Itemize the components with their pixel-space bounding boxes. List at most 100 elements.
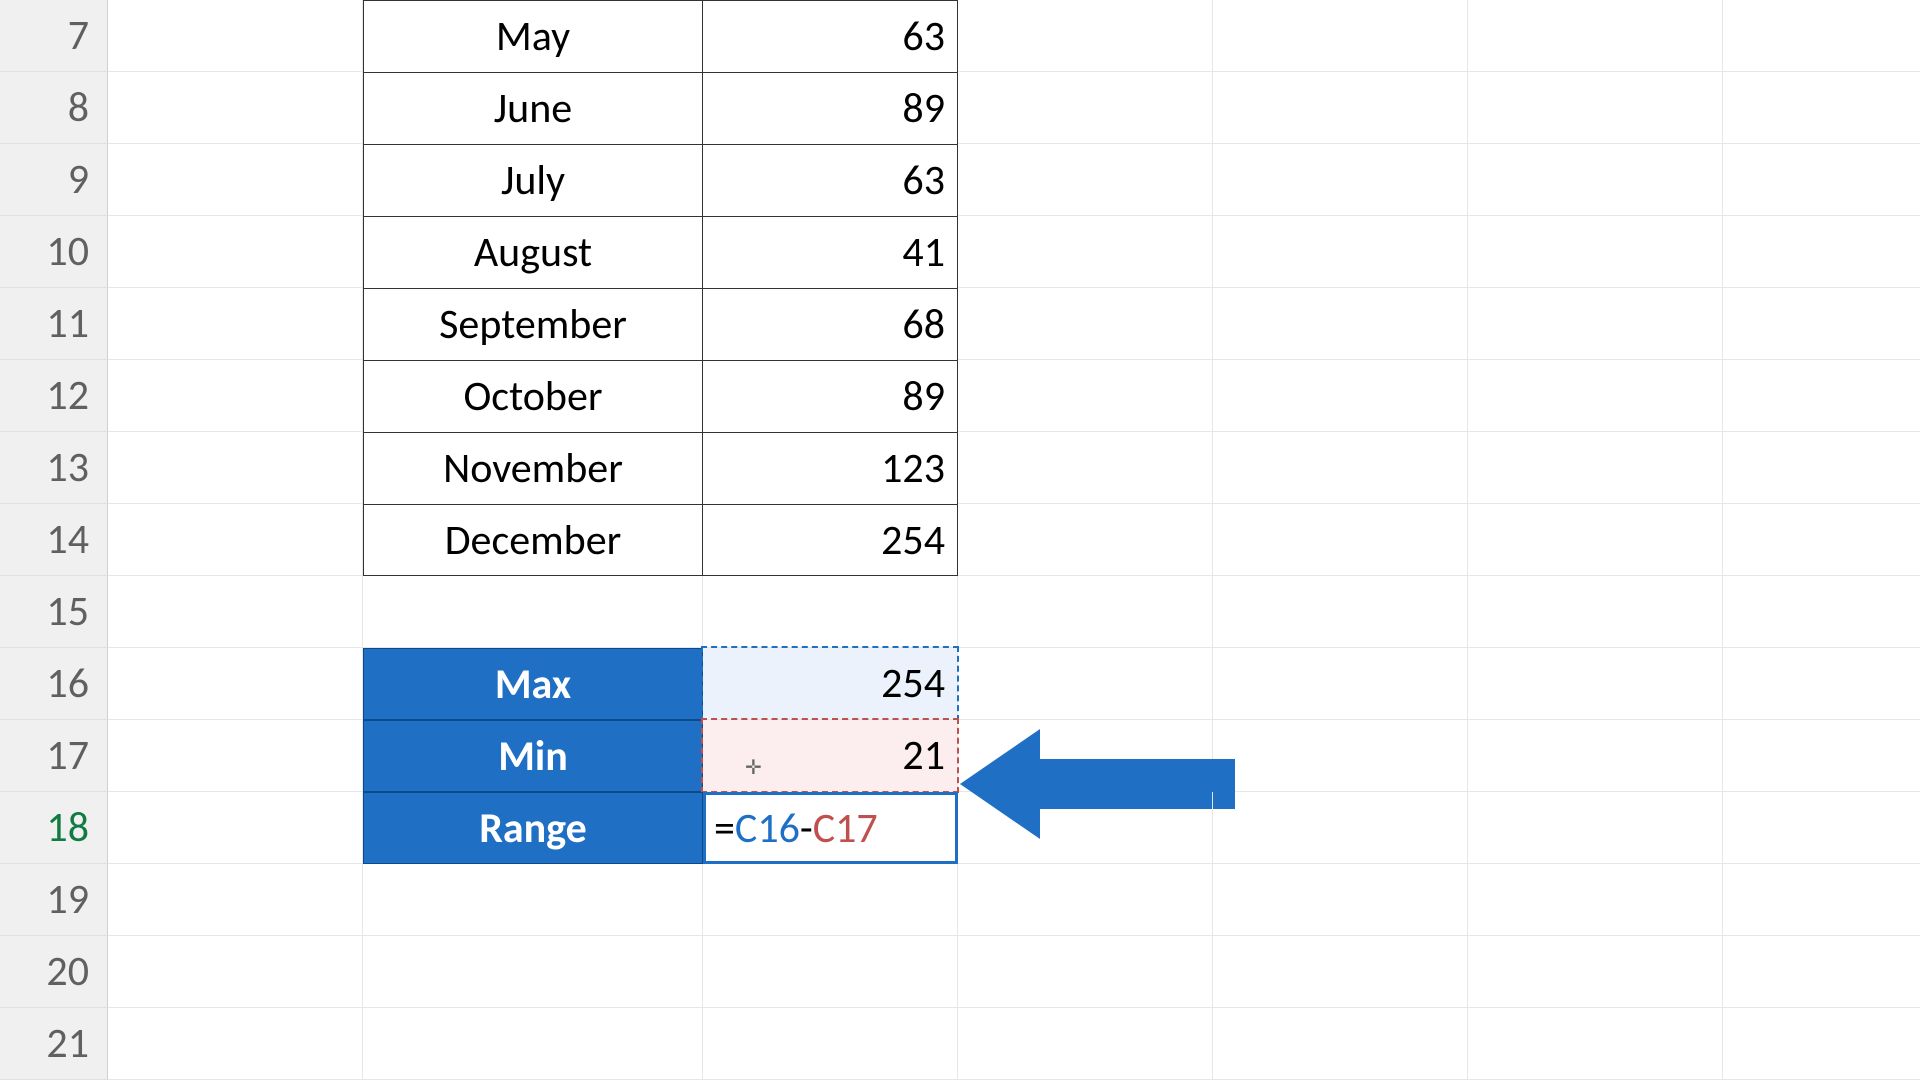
row-header-15[interactable]: 15 (0, 576, 108, 648)
cell-d7[interactable] (958, 0, 1213, 72)
cell-e16[interactable] (1213, 648, 1468, 720)
cell-d21[interactable] (958, 1008, 1213, 1080)
cell-g10[interactable] (1723, 216, 1920, 288)
cell-c18-formula[interactable]: =C16-C17 (703, 792, 958, 864)
cell-e15[interactable] (1213, 576, 1468, 648)
cell-f8[interactable] (1468, 72, 1723, 144)
cell-f9[interactable] (1468, 144, 1723, 216)
cell-c8[interactable]: 89 (703, 72, 958, 144)
cell-b19[interactable] (363, 864, 703, 936)
cell-e8[interactable] (1213, 72, 1468, 144)
cell-d12[interactable] (958, 360, 1213, 432)
cell-c13[interactable]: 123 (703, 432, 958, 504)
cell-f7[interactable] (1468, 0, 1723, 72)
cell-f18[interactable] (1468, 792, 1723, 864)
cell-b18-range-label[interactable]: Range (363, 792, 703, 864)
cell-g19[interactable] (1723, 864, 1920, 936)
cell-g14[interactable] (1723, 504, 1920, 576)
cell-e18[interactable] (1213, 792, 1468, 864)
row-header-20[interactable]: 20 (0, 936, 108, 1008)
cell-e10[interactable] (1213, 216, 1468, 288)
cell-d20[interactable] (958, 936, 1213, 1008)
cell-c10[interactable]: 41 (703, 216, 958, 288)
cell-c21[interactable] (703, 1008, 958, 1080)
cell-c12[interactable]: 89 (703, 360, 958, 432)
cell-g16[interactable] (1723, 648, 1920, 720)
cell-a17[interactable] (108, 720, 363, 792)
cell-b17-min-label[interactable]: Min (363, 720, 703, 792)
cell-e19[interactable] (1213, 864, 1468, 936)
cell-d14[interactable] (958, 504, 1213, 576)
cell-f10[interactable] (1468, 216, 1723, 288)
row-header-16[interactable]: 16 (0, 648, 108, 720)
cell-d18[interactable] (958, 792, 1213, 864)
cell-a15[interactable] (108, 576, 363, 648)
cell-g7[interactable] (1723, 0, 1920, 72)
cell-b8[interactable]: June (363, 72, 703, 144)
cell-a21[interactable] (108, 1008, 363, 1080)
cell-b7[interactable]: May (363, 0, 703, 72)
row-header-8[interactable]: 8 (0, 72, 108, 144)
row-header-9[interactable]: 9 (0, 144, 108, 216)
cell-f11[interactable] (1468, 288, 1723, 360)
cell-f13[interactable] (1468, 432, 1723, 504)
cell-b12[interactable]: October (363, 360, 703, 432)
cell-e14[interactable] (1213, 504, 1468, 576)
cell-g11[interactable] (1723, 288, 1920, 360)
cell-e17[interactable] (1213, 720, 1468, 792)
cell-d9[interactable] (958, 144, 1213, 216)
spreadsheet-grid[interactable]: 7 May 63 8 June 89 9 July 63 10 August 4… (0, 0, 1920, 1080)
cell-f16[interactable] (1468, 648, 1723, 720)
cell-d16[interactable] (958, 648, 1213, 720)
cell-a18[interactable] (108, 792, 363, 864)
row-header-10[interactable]: 10 (0, 216, 108, 288)
cell-e21[interactable] (1213, 1008, 1468, 1080)
cell-d8[interactable] (958, 72, 1213, 144)
cell-b14[interactable]: December (363, 504, 703, 576)
cell-a12[interactable] (108, 360, 363, 432)
cell-c15[interactable] (703, 576, 958, 648)
cell-c20[interactable] (703, 936, 958, 1008)
cell-g8[interactable] (1723, 72, 1920, 144)
cell-e7[interactable] (1213, 0, 1468, 72)
cell-g18[interactable] (1723, 792, 1920, 864)
row-header-21[interactable]: 21 (0, 1008, 108, 1080)
cell-a16[interactable] (108, 648, 363, 720)
cell-g20[interactable] (1723, 936, 1920, 1008)
cell-b13[interactable]: November (363, 432, 703, 504)
cell-c19[interactable] (703, 864, 958, 936)
cell-c16-max-value[interactable]: 254 (703, 648, 958, 720)
cell-f20[interactable] (1468, 936, 1723, 1008)
row-header-13[interactable]: 13 (0, 432, 108, 504)
cell-g17[interactable] (1723, 720, 1920, 792)
cell-b11[interactable]: September (363, 288, 703, 360)
cell-f19[interactable] (1468, 864, 1723, 936)
cell-a11[interactable] (108, 288, 363, 360)
cell-c17-min-value[interactable]: ✛ 21 (703, 720, 958, 792)
cell-a8[interactable] (108, 72, 363, 144)
cell-a13[interactable] (108, 432, 363, 504)
cell-e11[interactable] (1213, 288, 1468, 360)
cell-f21[interactable] (1468, 1008, 1723, 1080)
cell-e9[interactable] (1213, 144, 1468, 216)
cell-f17[interactable] (1468, 720, 1723, 792)
cell-a14[interactable] (108, 504, 363, 576)
row-header-14[interactable]: 14 (0, 504, 108, 576)
cell-e13[interactable] (1213, 432, 1468, 504)
cell-b15[interactable] (363, 576, 703, 648)
cell-d19[interactable] (958, 864, 1213, 936)
row-header-17[interactable]: 17 (0, 720, 108, 792)
cell-c11[interactable]: 68 (703, 288, 958, 360)
row-header-19[interactable]: 19 (0, 864, 108, 936)
cell-b21[interactable] (363, 1008, 703, 1080)
cell-d11[interactable] (958, 288, 1213, 360)
cell-b9[interactable]: July (363, 144, 703, 216)
row-header-18[interactable]: 18 (0, 792, 108, 864)
cell-g15[interactable] (1723, 576, 1920, 648)
cell-a10[interactable] (108, 216, 363, 288)
cell-g13[interactable] (1723, 432, 1920, 504)
cell-d10[interactable] (958, 216, 1213, 288)
cell-b16-max-label[interactable]: Max (363, 648, 703, 720)
row-header-12[interactable]: 12 (0, 360, 108, 432)
cell-g9[interactable] (1723, 144, 1920, 216)
